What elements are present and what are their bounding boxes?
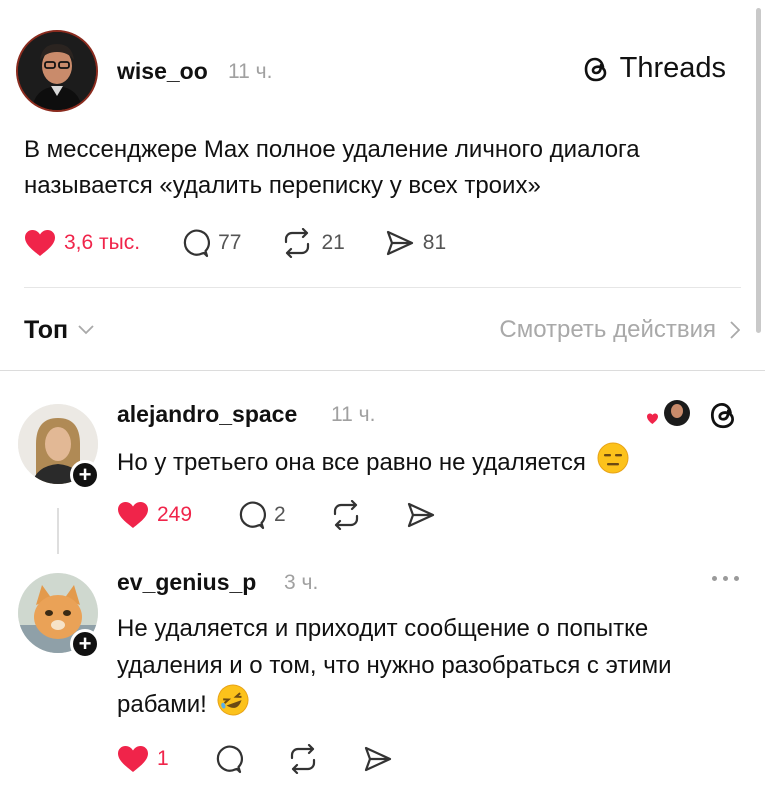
- follow-button[interactable]: +: [70, 460, 100, 490]
- heart-icon: [117, 501, 149, 529]
- like-count: 3,6 тыс.: [64, 231, 141, 254]
- reply-button[interactable]: 77: [180, 228, 241, 258]
- comment-text: Не удаляется и приходит сообщение о попы…: [117, 610, 737, 727]
- reply-count: 77: [218, 231, 242, 254]
- like-count: 1: [157, 747, 169, 770]
- threads-brand[interactable]: Threads: [582, 52, 726, 85]
- rofl-emoji-icon: [217, 684, 249, 727]
- chevron-down-icon: [78, 325, 94, 335]
- threads-logo-icon[interactable]: [708, 399, 738, 436]
- sort-row: Топ Смотреть действия: [24, 313, 740, 347]
- repost-button[interactable]: 21: [281, 228, 345, 258]
- share-icon: [385, 229, 415, 257]
- share-icon: [406, 501, 436, 529]
- like-button[interactable]: 249: [117, 501, 192, 529]
- thread-line: [57, 508, 59, 554]
- share-button[interactable]: [406, 501, 436, 529]
- comment-text-body: Не удаляется и приходит сообщение о попы…: [117, 615, 672, 718]
- brand-label: Threads: [619, 52, 726, 84]
- post-action-bar: 3,6 тыс. 77 21 81: [24, 228, 446, 258]
- reply-count: 2: [274, 503, 286, 526]
- follow-button[interactable]: +: [70, 629, 100, 659]
- chevron-right-icon: [730, 321, 740, 339]
- comment-icon: [180, 228, 211, 258]
- share-count: 81: [422, 231, 447, 254]
- comment-author[interactable]: ev_genius_p: [117, 569, 256, 596]
- comment-icon: [213, 744, 243, 774]
- threads-logo-icon: [582, 54, 610, 84]
- section-divider: [0, 370, 765, 371]
- post-timestamp: 11 ч.: [228, 60, 273, 83]
- share-icon: [363, 745, 393, 773]
- comment-text: Но у третьего она все равно не удаляется: [117, 442, 737, 485]
- reply-button[interactable]: 2: [236, 500, 286, 530]
- comment-text-body: Но у третьего она все равно не удаляется: [117, 448, 586, 476]
- comment-timestamp: 3 ч.: [284, 571, 319, 594]
- comment-icon: [236, 500, 267, 530]
- like-button[interactable]: 3,6 тыс.: [24, 229, 140, 257]
- view-activity-label: Смотреть действия: [499, 316, 716, 343]
- view-activity-link[interactable]: Смотреть действия: [499, 316, 740, 344]
- repost-button[interactable]: [287, 744, 319, 774]
- repost-icon: [287, 744, 319, 774]
- share-button[interactable]: [363, 745, 393, 773]
- repost-icon: [281, 228, 313, 258]
- comment-action-bar: 249 2: [117, 500, 436, 530]
- scrollbar[interactable]: [756, 8, 761, 333]
- sort-label: Топ: [24, 315, 69, 344]
- comment-timestamp: 11 ч.: [331, 403, 376, 426]
- post-text: В мессенджере Max полное удаление личног…: [24, 136, 640, 199]
- comment-author[interactable]: alejandro_space: [117, 401, 297, 428]
- author-name[interactable]: wise_oo: [117, 58, 208, 85]
- comment-action-bar: 1: [117, 744, 393, 774]
- divider: [24, 287, 741, 288]
- post-header: wise_oo 11 ч. Threads: [16, 30, 726, 114]
- like-count: 249: [157, 503, 193, 526]
- repost-button[interactable]: [330, 500, 362, 530]
- reply-button[interactable]: [213, 744, 243, 774]
- sort-dropdown[interactable]: Топ: [24, 316, 94, 345]
- expressionless-emoji-icon: [597, 442, 629, 485]
- heart-icon: [24, 229, 56, 257]
- more-icon[interactable]: [712, 576, 739, 581]
- heart-icon: [117, 745, 149, 773]
- like-button[interactable]: 1: [117, 745, 169, 773]
- share-button[interactable]: 81: [385, 229, 446, 257]
- author-avatar[interactable]: [16, 30, 98, 112]
- repost-icon: [330, 500, 362, 530]
- repost-count: 21: [321, 231, 345, 254]
- author-liked-indicator: [647, 398, 693, 435]
